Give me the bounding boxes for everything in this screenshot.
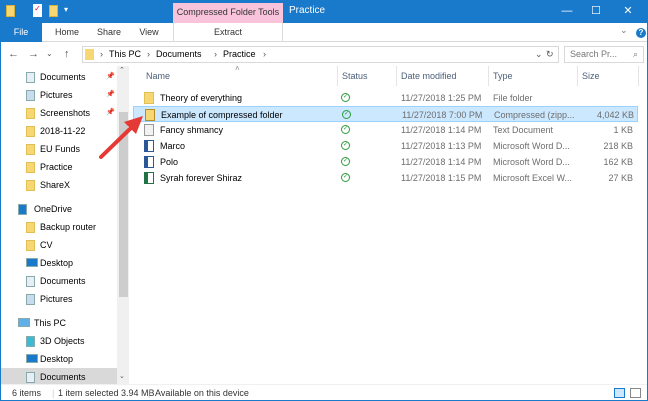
selection-info: 1 item selected 3.94 MB (58, 388, 155, 398)
availability-status: Available on this device (155, 388, 249, 398)
annotation-arrow (99, 116, 143, 159)
status-bar: 6 items | 1 item selected 3.94 MB | Avai… (0, 384, 648, 401)
large-icons-view-icon[interactable] (630, 388, 641, 398)
details-view-icon[interactable] (614, 388, 625, 398)
item-count: 6 items (12, 388, 42, 398)
